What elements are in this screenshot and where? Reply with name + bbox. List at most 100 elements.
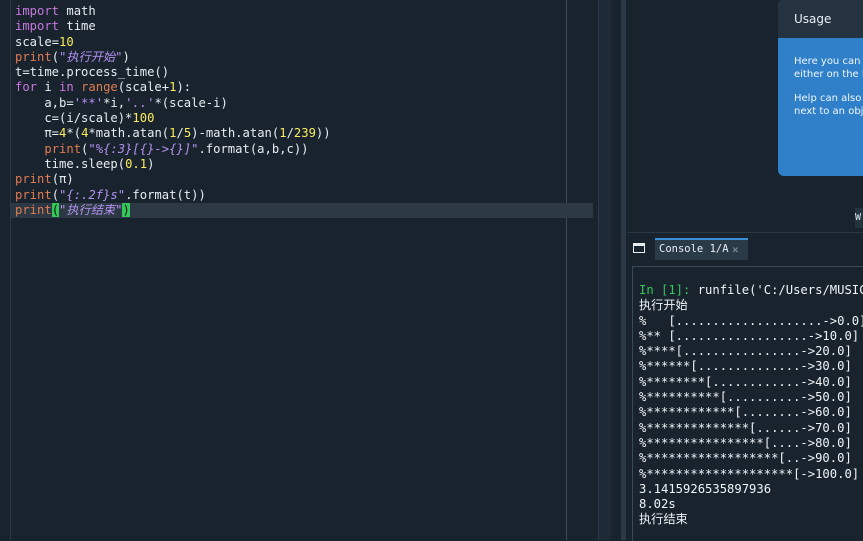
code-token: ): <box>176 80 192 95</box>
console-output-line: % [....................->0.0] <box>639 313 863 328</box>
code-line[interactable]: t=time.process_time() <box>15 65 612 80</box>
code-token: )) <box>315 126 331 141</box>
code-line[interactable]: π=4*(4*math.atan(1/5)-math.atan(1/239)) <box>15 126 612 141</box>
code-line[interactable]: print("执行开始") <box>15 50 612 65</box>
usage-text: Help can also b <box>794 93 863 104</box>
pane-splitter[interactable] <box>612 0 628 540</box>
code-token: 执行结束 <box>66 202 116 217</box>
code-token: "{:.2f}s" <box>59 187 126 202</box>
code-token: 239 <box>293 126 316 141</box>
code-token: '..' <box>125 95 155 110</box>
console-output-line: 执行开始 <box>639 298 688 313</box>
usage-text: next to an obje <box>794 106 863 117</box>
code-token: print <box>15 187 52 202</box>
code-line[interactable]: scale=10 <box>15 35 612 50</box>
code-token: )-math.atan( <box>191 126 280 141</box>
console-output-line: %****************[....->80.0] <box>639 435 852 450</box>
code-line[interactable]: print("{:.2f}s".format(t)) <box>15 188 612 203</box>
code-token: .format(a,b,c)) <box>198 141 309 156</box>
code-token: import <box>15 4 60 18</box>
code-line[interactable]: print("执行结束") <box>11 202 593 219</box>
console-output-line: %******[..............->30.0] <box>639 359 852 374</box>
code-token: ) <box>122 202 130 217</box>
code-token: ( <box>51 49 60 64</box>
code-token: ) <box>147 156 155 171</box>
usage-text: either on the E <box>794 69 863 80</box>
editor-gutter-border <box>10 0 11 540</box>
usage-panel: Usage Here you can g either on the E Hel… <box>778 0 863 176</box>
code-token: import <box>15 19 60 34</box>
code-token: print <box>15 172 52 187</box>
code-token: *math.atan( <box>88 126 170 141</box>
code-token: ( <box>51 187 60 202</box>
code-token: "%{:3}[{}->{}]" <box>88 141 199 156</box>
code-token: time.sleep( <box>15 156 126 171</box>
code-line[interactable]: for i in range(scale+1): <box>15 80 612 95</box>
console-output-line: %****[................->20.0] <box>639 344 852 359</box>
code-token: '**' <box>73 95 104 110</box>
code-token: 10 <box>59 34 74 49</box>
code-token: range <box>81 80 118 95</box>
console-output-line: 执行结束 <box>639 512 688 527</box>
help-corner-tab[interactable]: W <box>855 208 863 228</box>
code-line[interactable]: time.sleep(0.1) <box>15 157 612 172</box>
code-token: *( <box>66 126 82 141</box>
usage-text: Here you can g <box>794 56 863 67</box>
console-output-line: %********************[->100.0] <box>639 466 860 481</box>
console-lines: In [1]: runfile('C:/Users/MUSIC/ 执行开始% [… <box>639 283 863 528</box>
code-token: π= <box>15 126 60 141</box>
code-token: *(scale-i) <box>154 95 228 110</box>
code-line[interactable]: print(π) <box>15 172 612 187</box>
code-token: / <box>176 126 184 141</box>
code-line[interactable]: import time <box>15 19 612 34</box>
code-token: (scale+ <box>117 80 170 95</box>
console-output-line: %************[........->60.0] <box>639 405 852 420</box>
code-token: 0.1 <box>125 156 148 171</box>
code-token: print <box>15 202 52 217</box>
code-token: scale= <box>15 34 60 49</box>
code-token: print <box>44 141 82 156</box>
console-command: runfile('C:/Users/MUSIC/ <box>690 283 863 297</box>
code-line[interactable]: a,b='**'*i,'..'*(scale-i) <box>15 96 612 111</box>
code-token: 1 <box>279 126 287 141</box>
code-token: ( <box>51 202 60 217</box>
code-line[interactable]: import math <box>15 4 612 19</box>
code-token: / <box>286 126 294 141</box>
code-token: (π) <box>51 172 74 187</box>
console-output-line: %**********[..........->50.0] <box>639 390 852 405</box>
console-output-line: %********[............->40.0] <box>639 374 852 389</box>
code-token: for <box>15 80 38 95</box>
code-token: 100 <box>132 111 155 126</box>
console-input-line: In [1]: runfile('C:/Users/MUSIC/ <box>639 283 863 298</box>
code-line[interactable]: c=(i/scale)*100 <box>15 111 612 126</box>
code-token: .format(t)) <box>125 187 206 202</box>
code-token: i <box>37 80 60 95</box>
console-output-line: 3.1415926535897936 <box>639 481 772 496</box>
console-output-line: %**************[......->70.0] <box>639 420 852 435</box>
window-icon[interactable] <box>633 243 645 253</box>
code-editor[interactable]: import math import time scale=10 print("执行开… <box>0 0 612 540</box>
console-output-line: %** [..................->10.0] <box>639 328 860 343</box>
code-token: a,b= <box>15 95 74 110</box>
code-token: t=time.process_time() <box>15 65 170 80</box>
console-prompt: In [1]: <box>639 283 691 297</box>
code-token: *i, <box>103 95 126 110</box>
usage-title: Usage <box>778 0 863 38</box>
console-output-line: %******************[..->90.0] <box>639 451 852 466</box>
code-token: time <box>59 19 96 34</box>
code-lines[interactable]: import math import time scale=10 print("执行开… <box>11 4 612 219</box>
code-token: in <box>59 80 74 95</box>
code-line[interactable]: print("%{:3}[{}->{}]".format(a,b,c)) <box>15 142 612 157</box>
code-token: math <box>59 4 96 18</box>
code-token: print <box>15 49 52 64</box>
splitter-bar[interactable] <box>621 0 626 540</box>
tab-console[interactable]: Console 1/A ✕ <box>655 238 748 260</box>
close-icon[interactable]: ✕ <box>732 240 739 259</box>
tab-console-label: Console 1/A <box>659 243 729 255</box>
code-token: ) <box>122 49 130 64</box>
code-token: c=(i/scale)* <box>15 111 133 126</box>
console-output-line: 8.02s <box>639 497 676 512</box>
code-token: 执行开始 <box>66 49 116 64</box>
